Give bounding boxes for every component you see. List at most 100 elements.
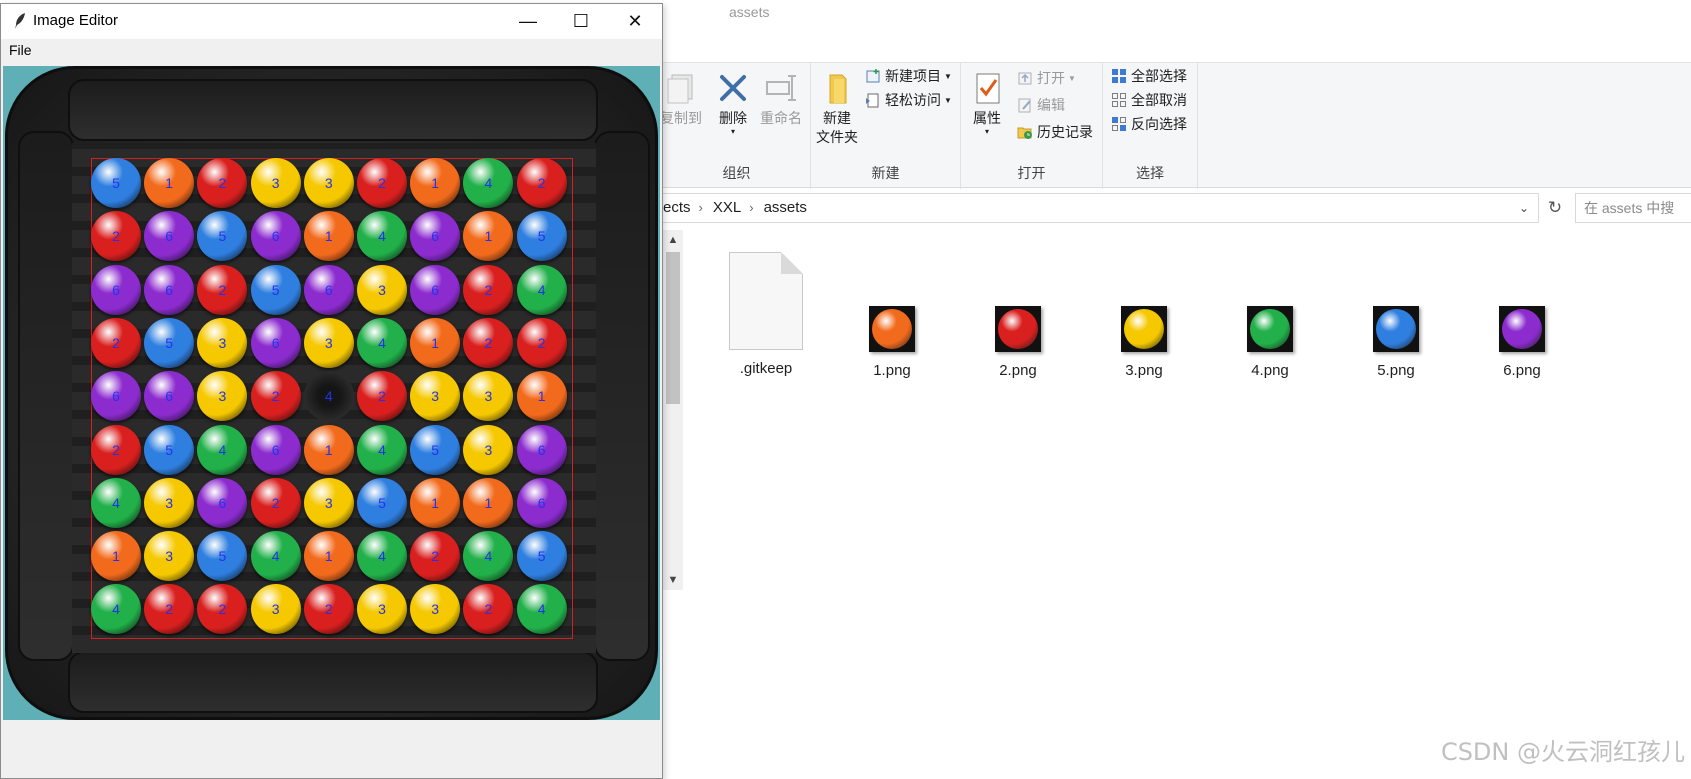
ball-cell[interactable]: 1: [463, 477, 514, 528]
ball-cell[interactable]: 4: [357, 531, 407, 582]
ball-cell[interactable]: 5: [410, 424, 461, 475]
ball-cell[interactable]: 3: [144, 531, 195, 582]
empty-cell[interactable]: 4: [303, 371, 354, 422]
scroll-down-icon[interactable]: ▼: [663, 570, 683, 590]
file-item[interactable]: 2.png: [963, 230, 1073, 379]
maximize-button[interactable]: ☐: [554, 4, 608, 39]
ball-cell[interactable]: 6: [516, 477, 567, 528]
ball-cell[interactable]: 3: [303, 158, 354, 208]
ball-cell[interactable]: 2: [197, 264, 248, 315]
edit-button[interactable]: 编辑: [1017, 94, 1065, 116]
breadcrumb-assets[interactable]: assets: [764, 194, 807, 222]
ball-cell[interactable]: 3: [250, 584, 301, 635]
ball-cell[interactable]: 5: [250, 264, 301, 315]
ball-cell[interactable]: 3: [144, 477, 195, 528]
address-history-dropdown-icon[interactable]: ⌄: [1516, 194, 1532, 222]
ball-cell[interactable]: 2: [410, 531, 461, 582]
ball-cell[interactable]: 1: [410, 317, 461, 368]
ball-cell[interactable]: 5: [516, 211, 567, 262]
breadcrumb-projects[interactable]: ects: [663, 194, 691, 222]
scroll-up-icon[interactable]: ▲: [663, 230, 683, 250]
ball-cell[interactable]: 2: [463, 264, 514, 315]
ribbon-group-new: 新建 文件夹 新建项目 ▼ 轻松访问 ▼ 新建: [811, 63, 961, 189]
ball-cell[interactable]: 6: [91, 264, 141, 315]
rename-button[interactable]: 重命名: [755, 71, 807, 128]
ball-cell[interactable]: 6: [91, 371, 141, 422]
ball-cell[interactable]: 2: [303, 584, 354, 635]
ball-cell[interactable]: 2: [357, 371, 407, 422]
ball-cell[interactable]: 2: [516, 158, 567, 208]
ball-cell[interactable]: 3: [250, 158, 301, 208]
invert-selection-button[interactable]: 反向选择: [1111, 113, 1187, 135]
file-item[interactable]: 6.png: [1467, 230, 1577, 379]
file-item[interactable]: 4.png: [1215, 230, 1325, 379]
ball-cell[interactable]: 4: [516, 584, 567, 635]
ball-cell[interactable]: 6: [250, 211, 301, 262]
select-all-button[interactable]: 全部选择: [1111, 65, 1187, 87]
ball-cell[interactable]: 6: [144, 264, 195, 315]
ball-cell[interactable]: 1: [303, 424, 354, 475]
ball-cell[interactable]: 2: [91, 317, 141, 368]
file-item[interactable]: .gitkeep: [711, 230, 821, 377]
ball-cell[interactable]: 2: [91, 424, 141, 475]
search-input[interactable]: 在 assets 中搜: [1575, 193, 1691, 223]
ball-cell[interactable]: 5: [357, 477, 407, 528]
close-button[interactable]: ✕: [608, 4, 662, 39]
ball-cell[interactable]: 1: [516, 371, 567, 422]
minimize-button[interactable]: —: [501, 4, 555, 39]
history-button[interactable]: 历史记录: [1017, 121, 1093, 143]
ball-cell[interactable]: 1: [144, 158, 195, 208]
file-item[interactable]: 5.png: [1341, 230, 1451, 379]
new-folder-button[interactable]: 新建 文件夹: [811, 71, 863, 147]
menu-file[interactable]: File: [9, 42, 32, 58]
ball-cell[interactable]: 3: [197, 317, 248, 368]
ball-cell[interactable]: 1: [410, 158, 461, 208]
address-field[interactable]: ects › XXL › assets ⌄: [663, 193, 1539, 223]
ball-cell[interactable]: 5: [91, 158, 141, 208]
vertical-scrollbar[interactable]: ▲ ▼: [663, 230, 683, 590]
ball-cell[interactable]: 1: [303, 531, 354, 582]
ball-cell[interactable]: 6: [410, 264, 461, 315]
image-canvas[interactable]: 5123321422656146156625636242536341226632…: [3, 66, 660, 720]
ball-cell[interactable]: 2: [250, 477, 301, 528]
ball-cell[interactable]: 1: [91, 531, 141, 582]
ball-cell[interactable]: 4: [357, 211, 407, 262]
ball-cell[interactable]: 3: [303, 477, 354, 528]
ball-cell[interactable]: 1: [410, 477, 461, 528]
ball-cell[interactable]: 4: [197, 424, 248, 475]
ball-cell[interactable]: 4: [516, 264, 567, 315]
ball-cell[interactable]: 5: [144, 424, 195, 475]
easy-access-button[interactable]: 轻松访问 ▼: [865, 89, 952, 111]
ball-cell[interactable]: 4: [250, 531, 301, 582]
ball-cell[interactable]: 3: [463, 424, 514, 475]
ball-cell[interactable]: 2: [463, 317, 514, 368]
breadcrumb-xxl[interactable]: XXL: [713, 194, 741, 222]
file-item[interactable]: 3.png: [1089, 230, 1199, 379]
ball-cell[interactable]: 1: [303, 211, 354, 262]
select-none-button[interactable]: 全部取消: [1111, 89, 1187, 111]
open-button[interactable]: 打开 ▼: [1017, 67, 1076, 89]
new-item-button[interactable]: 新建项目 ▼: [865, 65, 952, 87]
ball-cell[interactable]: 2: [516, 317, 567, 368]
ball-cell[interactable]: 6: [250, 424, 301, 475]
ball-cell[interactable]: 2: [91, 211, 141, 262]
ball-cell[interactable]: 2: [357, 158, 407, 208]
ball-cell[interactable]: 2: [250, 371, 301, 422]
ball-cell[interactable]: 6: [250, 317, 301, 368]
ball-cell[interactable]: 6: [303, 264, 354, 315]
delete-button[interactable]: 删除 ▾: [707, 71, 759, 136]
ball-cell[interactable]: 5: [516, 531, 567, 582]
ball-cell[interactable]: 3: [357, 264, 407, 315]
ball-cell[interactable]: 4: [91, 477, 141, 528]
ball-cell[interactable]: 3: [303, 317, 354, 368]
file-item[interactable]: 1.png: [837, 230, 947, 379]
ball-cell[interactable]: 6: [516, 424, 567, 475]
organize-group-label: 组织: [722, 165, 751, 181]
ball-cell[interactable]: 4: [357, 424, 407, 475]
ball-cell[interactable]: 4: [357, 317, 407, 368]
refresh-icon[interactable]: ↻: [1543, 193, 1567, 223]
ball-cell[interactable]: 5: [144, 317, 195, 368]
scroll-thumb[interactable]: [666, 252, 680, 404]
properties-button[interactable]: 属性 ▾: [961, 71, 1013, 136]
ball-cell[interactable]: 6: [197, 477, 248, 528]
